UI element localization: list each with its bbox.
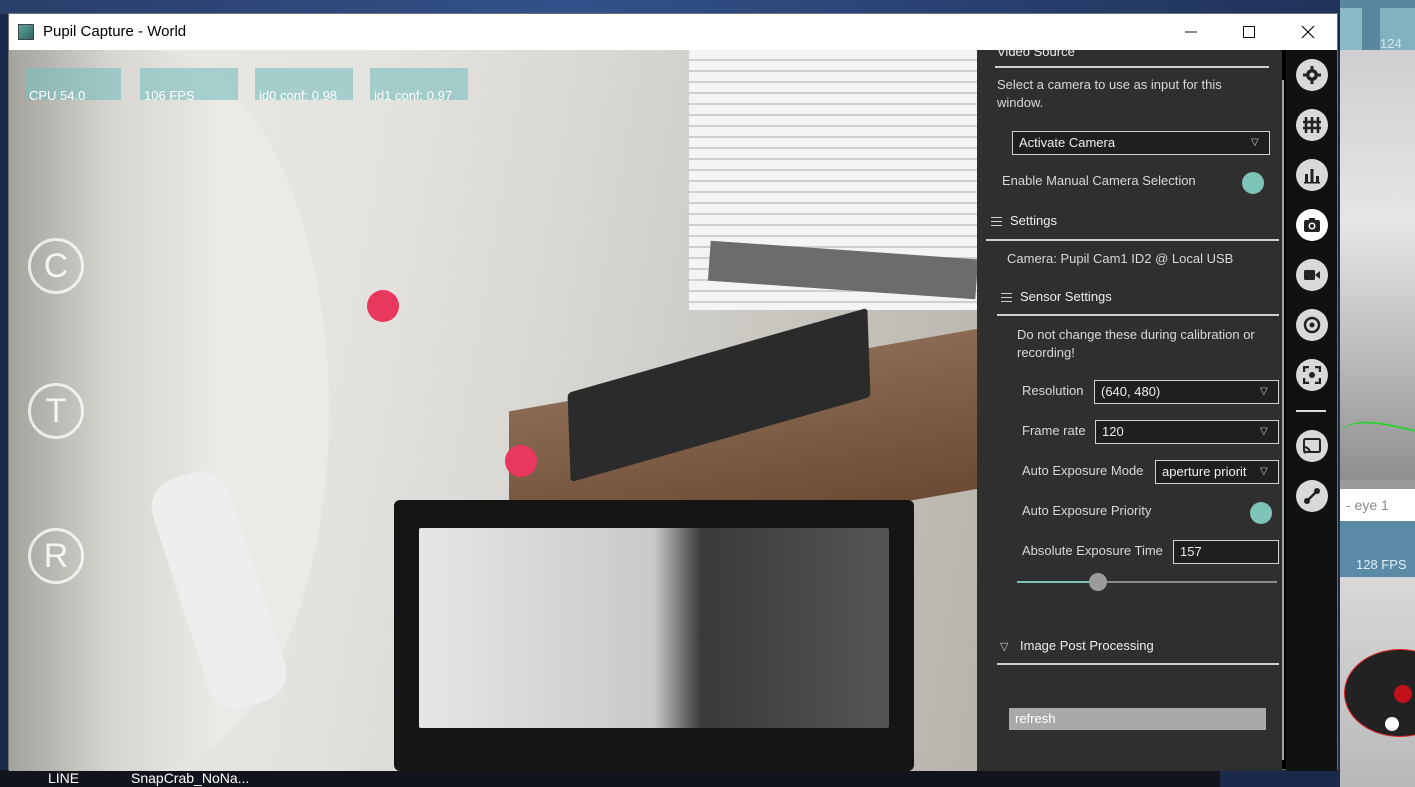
manual-selection-label: Enable Manual Camera Selection	[1002, 173, 1196, 188]
taskbar: LINE SnapCrab_NoNa...	[0, 770, 1220, 787]
frame-rate-dropdown[interactable]: 120 ▽	[1095, 420, 1279, 444]
settings-panel[interactable]: Video Source Select a camera to use as i…	[977, 50, 1282, 771]
chevron-down-icon[interactable]: ▽	[1000, 640, 1008, 653]
record-button[interactable]: R	[28, 528, 84, 584]
chevron-down-icon: ▽	[1260, 386, 1268, 397]
auto-exposure-priority-toggle[interactable]	[1250, 502, 1272, 524]
exposure-time-value: 157	[1180, 544, 1202, 559]
auto-exposure-mode-label: Auto Exposure Mode	[1022, 463, 1144, 478]
exposure-time-label: Absolute Exposure Time	[1022, 543, 1163, 558]
resolution-dropdown[interactable]: (640, 480) ▽	[1094, 380, 1279, 404]
eye-window-title[interactable]: - eye 1	[1340, 489, 1415, 521]
connection-icon	[1304, 488, 1320, 504]
maximize-icon	[1243, 26, 1255, 38]
manual-selection-toggle[interactable]	[1242, 172, 1264, 194]
settings-title: Settings	[1010, 213, 1057, 228]
plugin-manager-button[interactable]	[1296, 480, 1328, 512]
app-icon	[18, 24, 34, 40]
exposure-slider-track[interactable]	[1097, 581, 1277, 583]
exposure-slider-knob[interactable]	[1089, 573, 1107, 591]
eye-fps-graph	[1340, 8, 1362, 50]
eye-image-top	[1340, 50, 1415, 480]
gear-icon	[1303, 66, 1321, 84]
settings-gear-button[interactable]	[1296, 59, 1328, 91]
camera-info: Camera: Pupil Cam1 ID2 @ Local USB	[1007, 251, 1234, 266]
maximize-button[interactable]	[1220, 14, 1278, 50]
sensor-settings-title: Sensor Settings	[1020, 289, 1112, 304]
exposure-slider-fill	[1017, 581, 1097, 583]
calibrate-button[interactable]: C	[28, 238, 84, 294]
close-button[interactable]	[1279, 14, 1337, 50]
divider	[997, 663, 1279, 665]
close-icon	[1301, 25, 1315, 39]
calibration-plugin-button[interactable]	[1296, 109, 1328, 141]
world-camera-view[interactable]: CPU 54.0 106 FPS id0 conf: 0.98 id1 conf…	[9, 50, 977, 771]
minimize-button[interactable]	[1162, 14, 1220, 50]
corneal-glint	[1385, 717, 1399, 731]
bar-chart-icon	[1304, 169, 1320, 184]
menu-icon[interactable]	[1001, 293, 1012, 302]
minimize-icon	[1185, 31, 1197, 33]
divider	[997, 314, 1279, 316]
test-button[interactable]: T	[28, 383, 84, 439]
auto-exposure-mode-dropdown[interactable]: aperture priorit ▽	[1155, 460, 1279, 484]
title-bar[interactable]: Pupil Capture - World	[9, 14, 1337, 50]
auto-exposure-priority-label: Auto Exposure Priority	[1022, 503, 1152, 518]
exposure-time-input[interactable]: 157	[1173, 540, 1279, 564]
taskbar-item-snapcrab[interactable]: SnapCrab_NoNa...	[131, 770, 249, 786]
video-source-button[interactable]	[1296, 209, 1328, 241]
eye-image	[1340, 577, 1415, 787]
resolution-label: Resolution	[1022, 383, 1084, 398]
window-title: Pupil Capture - World	[43, 23, 187, 40]
resolution-value: (640, 480)	[1101, 384, 1161, 399]
eye-window-top: 124 FPS	[1340, 0, 1415, 66]
id0-conf-label: id0 conf: 0.98	[259, 88, 338, 103]
activate-camera-label: Activate Camera	[1019, 135, 1116, 150]
video-source-description: Select a camera to use as input for this…	[997, 77, 1222, 110]
menu-icon[interactable]	[991, 217, 1002, 226]
chevron-down-icon: ▽	[1260, 426, 1268, 437]
panel-scrollbar[interactable]	[1282, 80, 1284, 760]
cpu-label: CPU 54.0	[29, 88, 86, 103]
refresh-button[interactable]: refresh	[1009, 708, 1266, 730]
id1-conf-label: id1 conf: 0.97	[374, 88, 453, 103]
activate-camera-dropdown[interactable]: Activate Camera ▽	[1012, 131, 1270, 155]
fps-label: 106 FPS	[144, 88, 195, 103]
divider	[995, 66, 1269, 68]
gaze-point-1	[367, 290, 399, 322]
cast-icon	[1303, 438, 1321, 454]
gaze-point-2	[505, 445, 537, 477]
frame-rate-value: 120	[1102, 424, 1124, 439]
plugin-icon-bar	[1286, 50, 1337, 771]
divider	[986, 239, 1279, 241]
pupil-center-dot	[1394, 685, 1412, 703]
sensor-warning: Do not change these during calibration o…	[1017, 327, 1255, 360]
auto-exposure-mode-value: aperture priorit	[1162, 464, 1247, 479]
eye-window[interactable]: 124 FPS - eye 1 128 FPS	[1340, 0, 1415, 787]
video-camera-icon	[1304, 270, 1320, 280]
video-source-title: Video Source	[997, 50, 1075, 59]
scene-laptop-screen	[419, 528, 889, 728]
surface-tracker-button[interactable]	[1296, 359, 1328, 391]
pupil-detector-button[interactable]	[1296, 309, 1328, 341]
calibration-grid-icon	[1303, 117, 1321, 133]
frame-rate-label: Frame rate	[1022, 423, 1086, 438]
target-icon	[1303, 316, 1321, 334]
pupil-capture-window: Pupil Capture - World CPU 54.0 106 FPS i…	[8, 13, 1338, 771]
image-post-processing-title: Image Post Processing	[1020, 638, 1154, 653]
camera-icon	[1304, 218, 1320, 232]
taskbar-item-line[interactable]: LINE	[48, 770, 79, 786]
chevron-down-icon: ▽	[1251, 137, 1259, 148]
eye-overlay-line	[1340, 414, 1415, 462]
focus-frame-icon	[1303, 366, 1321, 384]
analytics-button[interactable]	[1296, 159, 1328, 191]
network-stream-button[interactable]	[1296, 430, 1328, 462]
desktop-background	[0, 0, 1415, 14]
icon-bar-separator	[1296, 410, 1326, 412]
eye-fps-bottom: 128 FPS	[1356, 557, 1407, 572]
eye-fps-bar: 128 FPS	[1340, 521, 1415, 577]
chevron-down-icon: ▽	[1260, 466, 1268, 477]
recorder-button[interactable]	[1296, 259, 1328, 291]
